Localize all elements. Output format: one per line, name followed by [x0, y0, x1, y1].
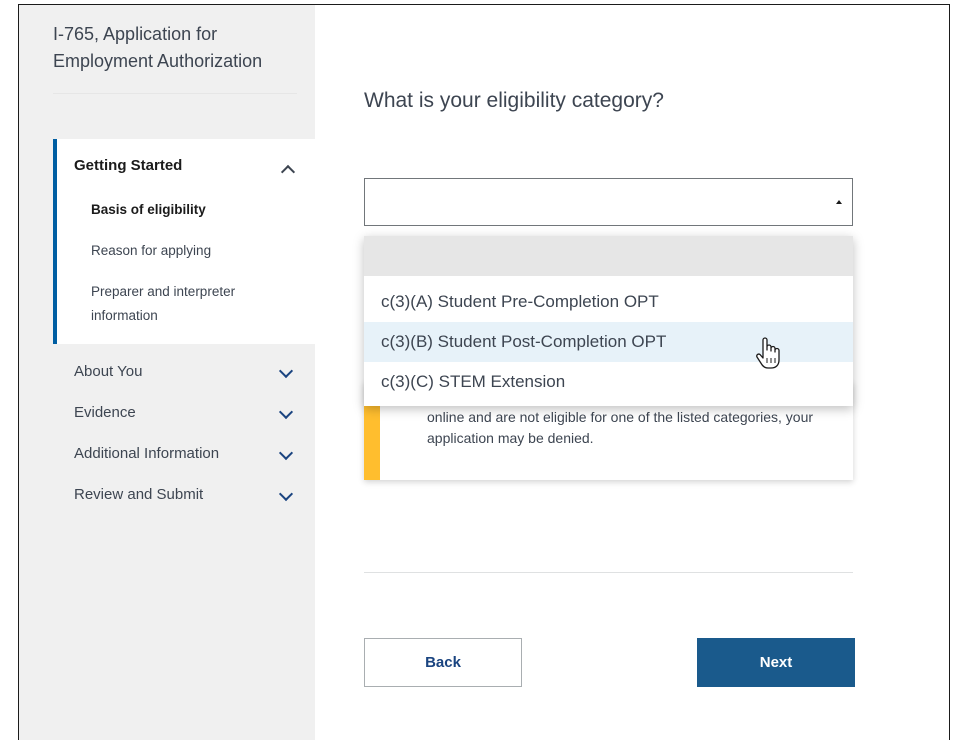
form-title: I-765, Application for Employment Author… [53, 24, 263, 71]
sidebar-section-review-and-submit[interactable]: Review and Submit [74, 486, 203, 503]
chevron-down-icon[interactable] [278, 486, 294, 502]
alert-text: online and are not eligible for one of t… [427, 409, 814, 446]
sidebar-item-basis-of-eligibility[interactable]: Basis of eligibility [91, 198, 206, 222]
divider [53, 93, 297, 94]
chevron-up-icon[interactable] [280, 164, 296, 180]
hand-pointer-cursor-icon [756, 337, 780, 369]
dropdown-option-c3a[interactable]: c(3)(A) Student Pre-Completion OPT [364, 282, 853, 322]
sidebar-nav: I-765, Application for Employment Author… [19, 5, 319, 740]
sidebar-section-getting-started: Getting Started Basis of eligibility Rea… [53, 139, 319, 344]
sidebar-section-about-you[interactable]: About You [74, 363, 142, 380]
chevron-down-icon[interactable] [278, 404, 294, 420]
next-button[interactable]: Next [697, 638, 855, 687]
eligibility-category-select[interactable] [364, 178, 853, 226]
chevron-down-icon[interactable] [278, 363, 294, 379]
caret-up-icon[interactable] [836, 200, 842, 204]
chevron-down-icon[interactable] [278, 445, 294, 461]
dropdown-option-empty[interactable] [364, 236, 853, 276]
app-frame: I-765, Application for Employment Author… [18, 4, 950, 740]
question-heading: What is your eligibility category? [364, 89, 664, 112]
eligibility-dropdown-menu: c(3)(A) Student Pre-Completion OPT c(3)(… [364, 236, 853, 406]
sidebar-section-label[interactable]: Getting Started [74, 157, 182, 174]
sidebar-item-reason-for-applying[interactable]: Reason for applying [91, 239, 211, 263]
sidebar-section-evidence[interactable]: Evidence [74, 404, 136, 421]
back-button[interactable]: Back [364, 638, 522, 687]
sidebar-section-additional-information[interactable]: Additional Information [74, 445, 219, 462]
sidebar-item-preparer-interpreter[interactable]: Preparer and interpreter information [91, 280, 261, 328]
divider [364, 572, 853, 573]
